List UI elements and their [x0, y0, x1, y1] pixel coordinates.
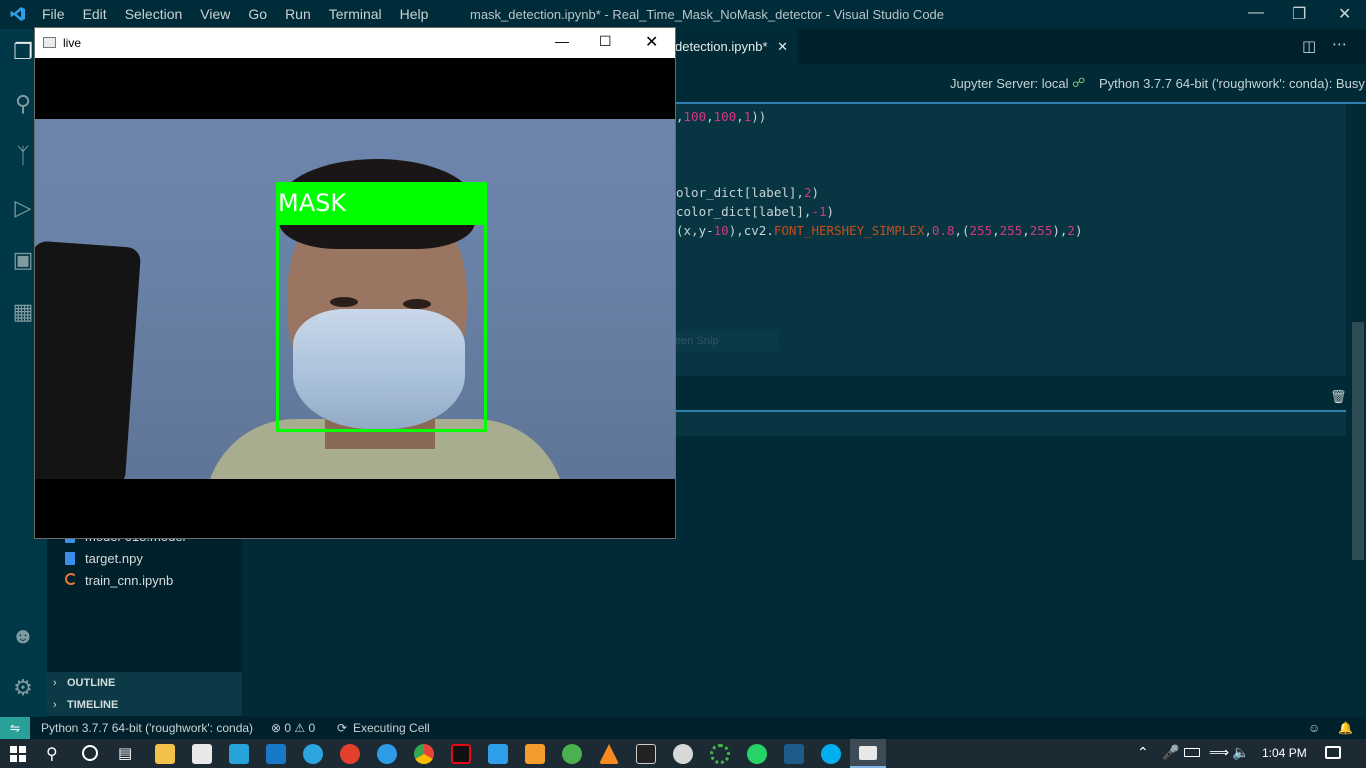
spinner-app-icon[interactable]	[710, 744, 730, 764]
tab-mask-detection[interactable]: detection.ipynb* ✕	[663, 29, 798, 64]
more-actions-icon[interactable]: ⋯	[1332, 35, 1347, 53]
terminal-icon[interactable]	[636, 744, 656, 764]
connected-icon: ☍	[1072, 75, 1086, 90]
wifi-icon[interactable]: ⟹	[1209, 744, 1229, 761]
browser-icon[interactable]	[562, 744, 582, 764]
timeline-section[interactable]: › TIMELINE	[47, 694, 242, 716]
chevron-right-icon: ›	[53, 677, 57, 689]
live-window-taskbar-button[interactable]	[850, 739, 886, 768]
mail-icon[interactable]	[266, 744, 286, 764]
edge-icon[interactable]	[377, 744, 397, 764]
tab-label: detection.ipynb*	[675, 39, 768, 54]
kernel-status[interactable]: Python 3.7.7 64-bit ('roughwork': conda)…	[1099, 76, 1365, 91]
restore-button[interactable]: ❐	[1292, 4, 1306, 24]
file-item-target[interactable]: target.npy	[65, 551, 143, 566]
phone-object	[35, 240, 142, 479]
code-line: (x,y-10),cv2.FONT_HERSHEY_SIMPLEX,0.8,(2…	[676, 223, 1083, 238]
telegram-icon[interactable]	[303, 744, 323, 764]
camera-feed: MASK	[35, 119, 675, 479]
store-icon[interactable]	[192, 744, 212, 764]
delete-output-icon[interactable]: 🗑	[1330, 389, 1347, 405]
skype-icon[interactable]	[821, 744, 841, 764]
clock-time[interactable]: 1:04 PM	[1262, 746, 1307, 760]
account-icon[interactable]: ☻	[8, 621, 38, 651]
live-title-label: live	[63, 36, 82, 50]
menu-view[interactable]: View	[200, 6, 230, 22]
whatsapp-icon[interactable]	[747, 744, 767, 764]
section-label: TIMELINE	[67, 699, 119, 711]
file-icon	[65, 552, 75, 565]
code-line: color_dict[label],-1)	[676, 204, 835, 219]
windows-taskbar: ⚲ ▤ ⌃ 🎤 ⟹ 🔈 1:04 PM	[0, 739, 1366, 768]
battery-icon[interactable]	[1184, 748, 1200, 757]
cortana-icon[interactable]	[82, 745, 98, 761]
menu-terminal[interactable]: Terminal	[329, 6, 382, 22]
tab-close-icon[interactable]: ✕	[777, 39, 788, 54]
window-title: mask_detection.ipynb* - Real_Time_Mask_N…	[470, 7, 945, 22]
menu-run[interactable]: Run	[285, 6, 311, 22]
menu-bar: File Edit Selection View Go Run Terminal…	[42, 6, 446, 22]
remote-indicator-icon[interactable]: ⇋	[0, 717, 30, 739]
minimize-button[interactable]: —	[1248, 4, 1264, 22]
file-explorer-icon[interactable]	[155, 744, 175, 764]
volume-icon[interactable]: 🔈	[1232, 744, 1249, 761]
menu-go[interactable]: Go	[248, 6, 267, 22]
status-bar: ⇋ Python 3.7.7 64-bit ('roughwork': cond…	[0, 717, 1366, 739]
live-close-button[interactable]: ✕	[645, 32, 658, 52]
chrome-icon[interactable]	[414, 744, 434, 764]
menu-file[interactable]: File	[42, 6, 65, 22]
detection-label: MASK	[276, 182, 487, 224]
live-titlebar: live — ☐ ✕	[35, 28, 675, 58]
jupyter-server-status[interactable]: Jupyter Server: local	[950, 76, 1069, 91]
outline-section[interactable]: › OUTLINE	[47, 672, 242, 694]
menu-help[interactable]: Help	[400, 6, 429, 22]
code-line: olor_dict[label],2)	[676, 185, 819, 200]
file-label: train_cnn.ipynb	[85, 573, 174, 588]
problems-indicator[interactable]: ⊗ 0 ⚠ 0	[271, 717, 315, 739]
split-editor-icon[interactable]: ◫	[1302, 37, 1316, 55]
vscode-logo-icon	[10, 6, 26, 22]
cell-output	[660, 410, 1346, 436]
sync-icon: ⟳	[337, 721, 348, 735]
python-interpreter[interactable]: Python 3.7.7 64-bit ('roughwork': conda)	[41, 717, 253, 739]
chevron-right-icon: ›	[53, 699, 57, 711]
feedback-icon[interactable]: ☺	[1308, 717, 1320, 739]
notebook-icon	[65, 573, 77, 585]
code-line: ,100,100,1))	[676, 109, 767, 124]
vscode-taskbar-icon[interactable]	[488, 744, 508, 764]
live-minimize-button[interactable]: —	[555, 33, 569, 49]
file-item-train-cnn[interactable]: train_cnn.ipynb	[65, 573, 174, 588]
snipping-tool-icon[interactable]	[229, 744, 249, 764]
live-window[interactable]: live — ☐ ✕ MASK	[34, 27, 676, 539]
notifications-icon[interactable]: 🔔	[1338, 717, 1353, 739]
anaconda-icon[interactable]	[673, 744, 693, 764]
menu-selection[interactable]: Selection	[125, 6, 183, 22]
settings-gear-icon[interactable]: ⚙	[8, 673, 38, 703]
search-icon[interactable]: ⚲	[46, 744, 58, 764]
live-maximize-button[interactable]: ☐	[599, 33, 612, 50]
microphone-icon[interactable]: 🎤	[1162, 744, 1179, 761]
close-button[interactable]: ✕	[1338, 4, 1351, 24]
file-label: target.npy	[85, 551, 143, 566]
action-center-icon[interactable]	[1325, 746, 1341, 759]
app-blue-icon[interactable]	[784, 744, 804, 764]
detection-box	[276, 222, 487, 432]
sublime-icon[interactable]	[525, 744, 545, 764]
show-hidden-icons[interactable]: ⌃	[1137, 744, 1149, 761]
vlc-icon[interactable]	[599, 744, 619, 764]
vscode-titlebar: File Edit Selection View Go Run Terminal…	[0, 0, 1366, 29]
windows-start-icon[interactable]	[10, 746, 26, 762]
section-label: OUTLINE	[67, 677, 116, 689]
scrollbar-thumb[interactable]	[1352, 322, 1364, 560]
task-view-icon[interactable]: ▤	[118, 744, 132, 762]
executing-status: Executing Cell	[353, 721, 430, 735]
netflix-icon[interactable]	[451, 744, 471, 764]
menu-edit[interactable]: Edit	[83, 6, 107, 22]
app-p-icon[interactable]	[340, 744, 360, 764]
window-app-icon	[43, 37, 56, 48]
